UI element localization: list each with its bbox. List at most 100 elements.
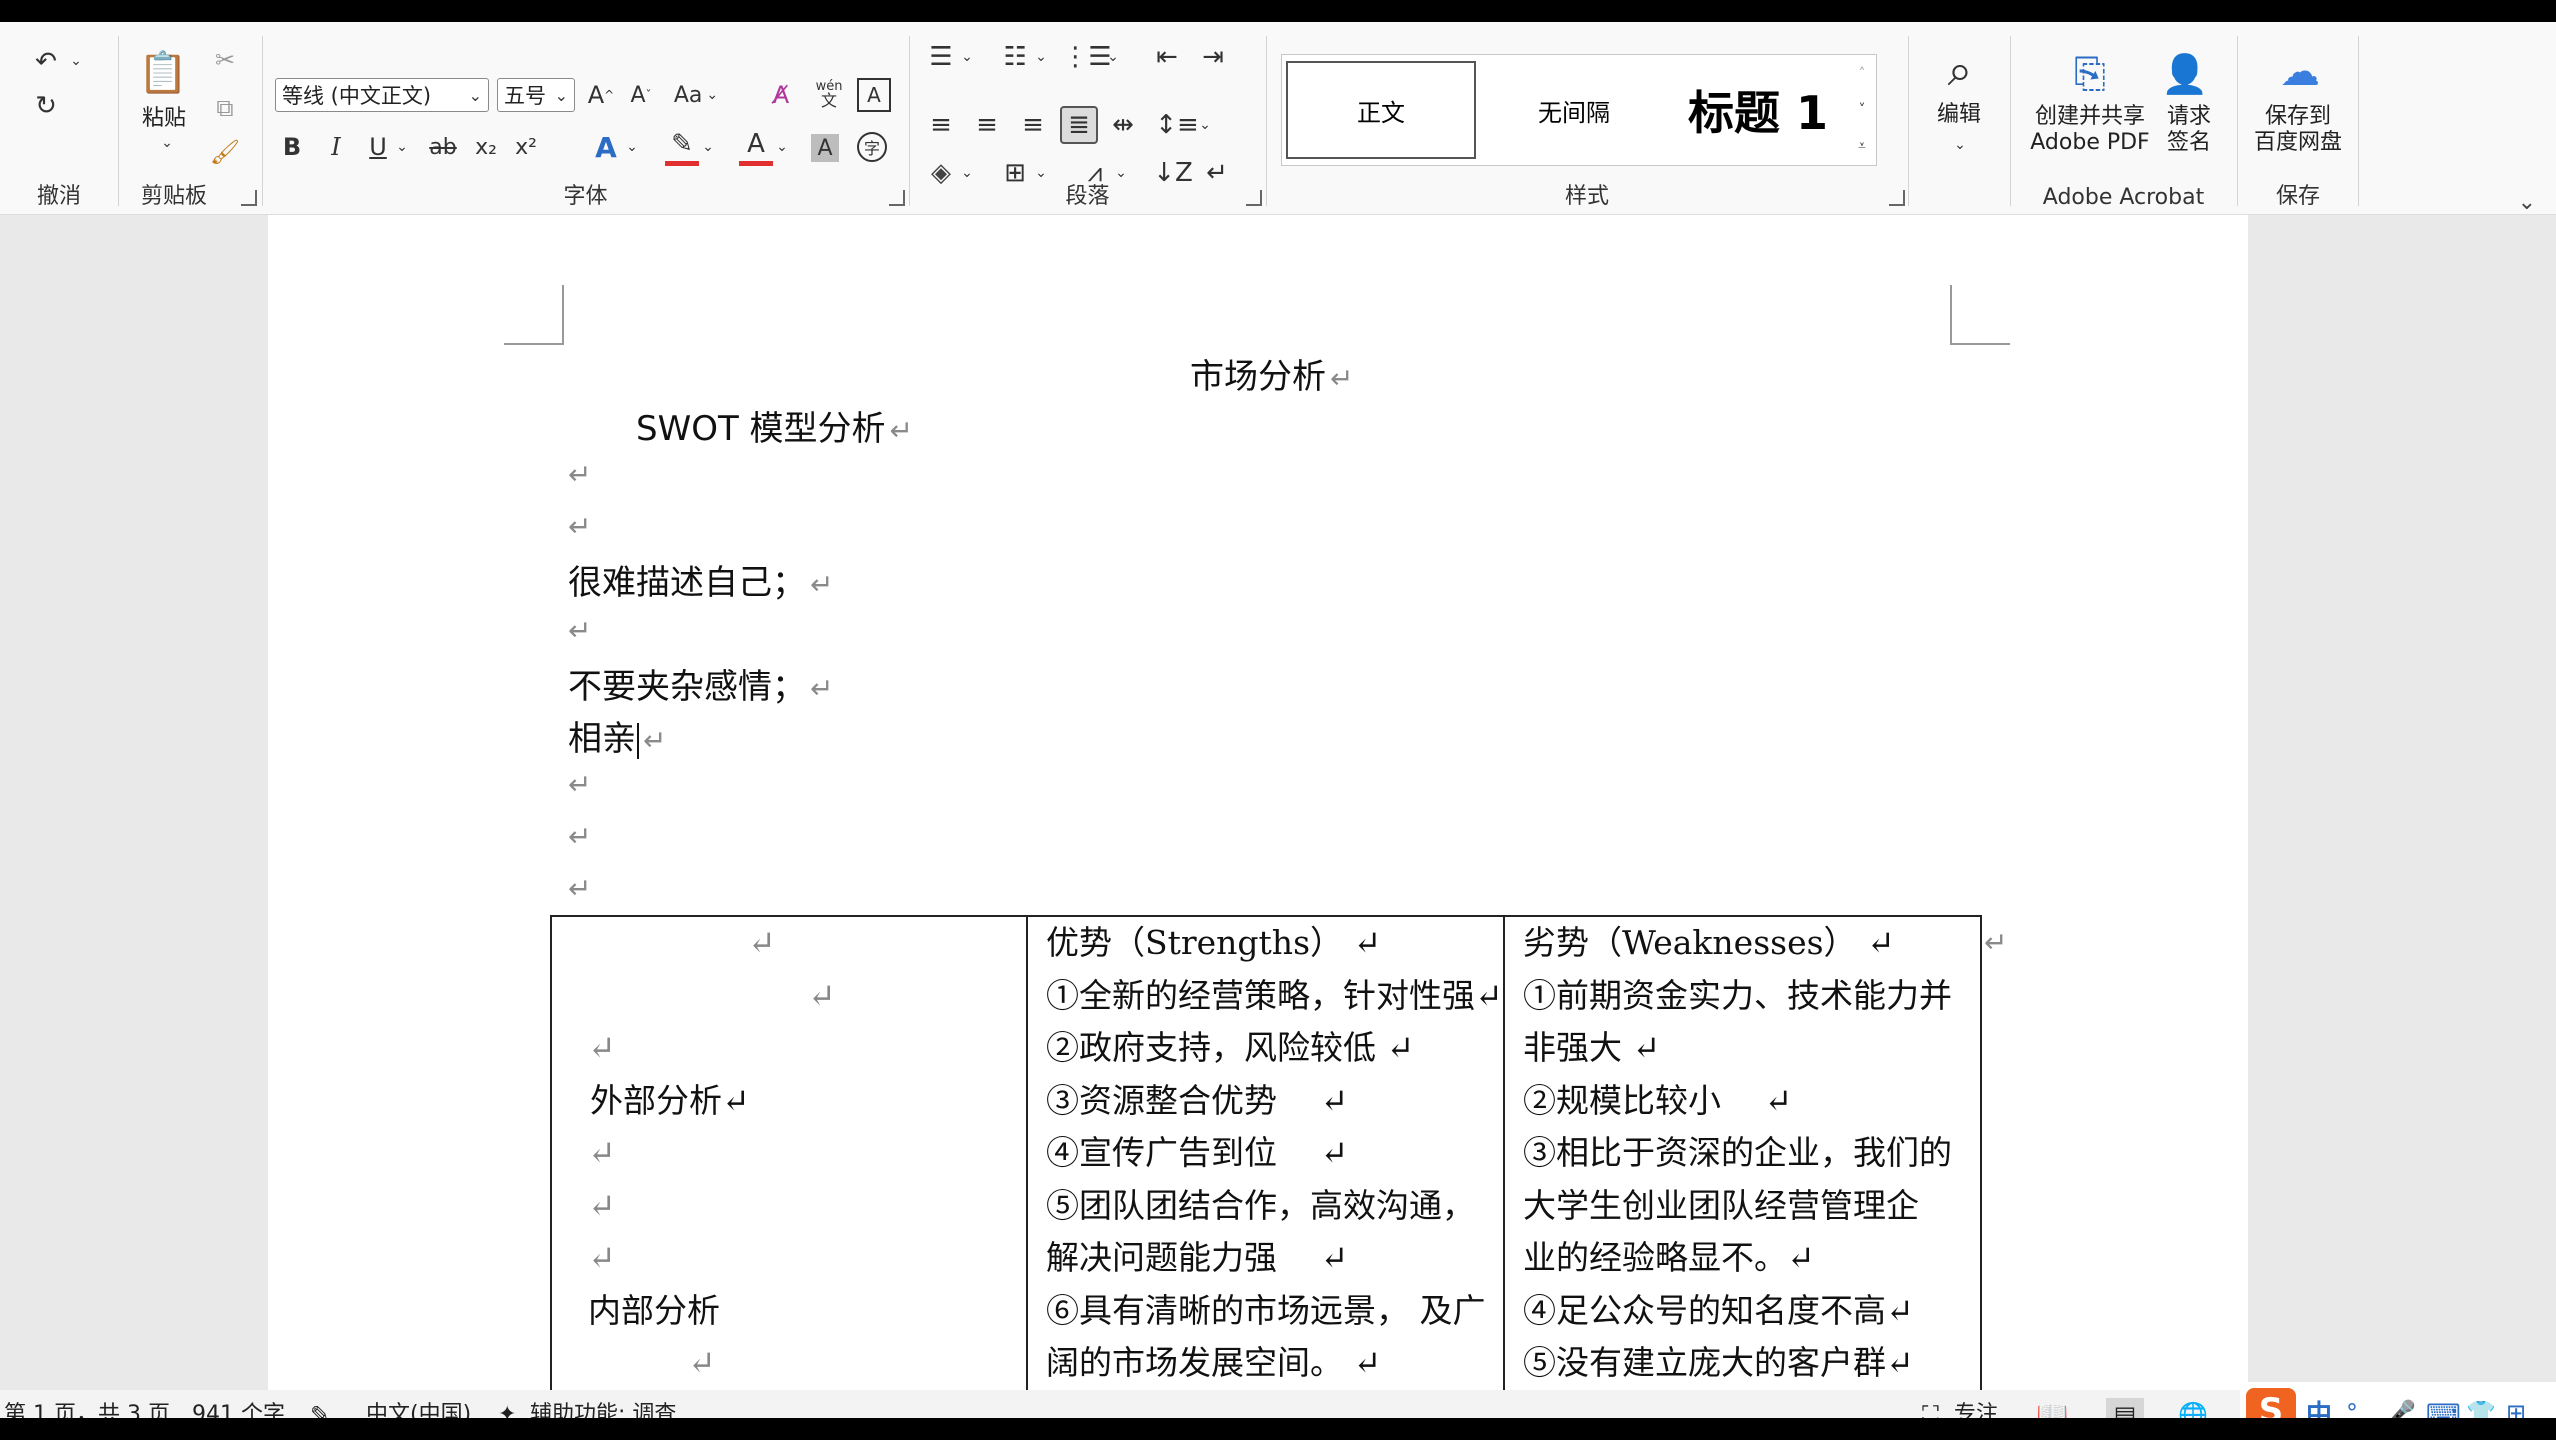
align-left-icon[interactable]: ≡ — [924, 108, 958, 142]
align-right-icon[interactable]: ≡ — [1016, 108, 1050, 142]
text-effects-button[interactable]: A — [589, 130, 623, 164]
table-cell-analysis[interactable]: ↵ ↵ ↵ 外部分析↵ ↵ ↵ ↵ 内部分析 ↵ — [550, 915, 1028, 1392]
text-effects-dropdown-icon[interactable]: ⌄ — [623, 130, 641, 164]
style-no-spacing[interactable]: 无间隔 — [1480, 61, 1668, 159]
numbering-icon[interactable]: ☷ — [998, 40, 1032, 74]
table-line: ↵ — [748, 923, 776, 962]
table-line: 业的经验略显不。↵ — [1523, 1238, 1815, 1277]
request-sign-icon[interactable]: 👤 — [2155, 44, 2215, 104]
table-line: ①全新的经营策略，针对性强↵ — [1046, 975, 1503, 1015]
paragraph-launcher-icon[interactable] — [1246, 190, 1262, 206]
ime-mode[interactable]: 中 — [2306, 1390, 2332, 1418]
document-page[interactable]: 市场分析 ↵ SWOT 模型分析 ↵ ↵ ↵ 很难描述自己； ↵ ↵ 不要夹杂感情； ↵… — [268, 215, 2248, 1392]
read-mode-icon[interactable]: 📖 — [2036, 1390, 2068, 1418]
styles-more-icon[interactable]: ⩡ — [1850, 131, 1874, 161]
font-color-button[interactable]: A — [739, 126, 773, 166]
highlight-dropdown-icon[interactable]: ⌄ — [699, 130, 717, 164]
word-count[interactable]: 941 个字 — [192, 1390, 285, 1418]
enclose-char-button[interactable]: 字 — [857, 132, 887, 162]
strikethrough-button[interactable]: ab — [423, 130, 463, 164]
paste-dropdown-icon[interactable]: ⌄ — [147, 132, 187, 154]
clipboard-launcher-icon[interactable] — [241, 190, 257, 206]
accessibility-icon[interactable]: ✦ — [498, 1390, 516, 1418]
font-size-combo[interactable]: 五号 ⌄ — [497, 78, 575, 112]
line-spacing-dropdown-icon[interactable]: ⌄ — [1196, 108, 1214, 142]
superscript-button[interactable]: x² — [509, 130, 543, 164]
grow-font-icon[interactable]: A ^ — [583, 78, 619, 112]
punctuation-icon[interactable]: °, — [2346, 1388, 2366, 1418]
undo-icon[interactable]: ↶ — [26, 42, 66, 82]
bold-button[interactable]: B — [277, 130, 307, 164]
decrease-indent-icon[interactable]: ⇤ — [1150, 40, 1184, 74]
char-shading-button[interactable]: A — [811, 134, 839, 162]
align-center-icon[interactable]: ≡ — [970, 108, 1004, 142]
distributed-icon[interactable]: ⇹ — [1106, 108, 1140, 142]
find-icon[interactable]: ⌕ — [1933, 40, 1987, 100]
microphone-icon[interactable]: 🎤 — [2386, 1388, 2416, 1418]
format-painter-icon[interactable]: 🖌 — [207, 134, 243, 170]
multilevel-list-icon[interactable]: ⋮☰ — [1062, 40, 1111, 74]
underline-dropdown-icon[interactable]: ⌄ — [393, 130, 411, 164]
clear-format-icon[interactable]: A̸ — [763, 78, 799, 112]
baidu-cloud-icon[interactable]: ☁ — [2272, 44, 2328, 100]
collapse-ribbon-icon[interactable]: ⌄ — [2518, 190, 2536, 215]
editing-dropdown-icon[interactable]: ⌄ — [1945, 134, 1975, 156]
swot-table[interactable]: ↵ ↵ ↵ 外部分析↵ ↵ ↵ ↵ 内部分析 ↵ 优势（Strengths） ↵… — [550, 915, 1982, 1392]
focus-label[interactable]: 专注 — [1954, 1390, 1998, 1418]
proofing-icon[interactable]: ✎ — [310, 1390, 330, 1418]
char-border-icon[interactable]: A — [857, 78, 891, 112]
styles-group-label: 样式 — [1564, 184, 1609, 209]
bullets-icon[interactable]: ☰ — [924, 40, 958, 74]
print-layout-icon[interactable]: ▤ — [2106, 1398, 2144, 1418]
cut-icon[interactable]: ✂ — [207, 42, 243, 78]
table-line: ①前期资金实力、技术能力并 — [1523, 975, 1952, 1015]
highlight-pen-icon[interactable]: ✎ — [665, 126, 699, 166]
page-count[interactable]: 第 1 页，共 3 页 — [4, 1390, 170, 1418]
paste-button[interactable]: 粘贴 — [129, 106, 199, 132]
style-normal[interactable]: 正文 — [1286, 61, 1476, 159]
styles-scroll-down-icon[interactable]: ˅ — [1850, 95, 1874, 125]
accessibility-status[interactable]: 辅助功能: 调查 — [530, 1390, 676, 1418]
increase-indent-icon[interactable]: ⇥ — [1196, 40, 1230, 74]
undo-dropdown-icon[interactable]: ⌄ — [66, 46, 86, 76]
table-cell-weaknesses[interactable]: 劣势（Weaknesses） ↵ ①前期资金实力、技术能力并 非强大 ↵ ②规模… — [1503, 915, 1982, 1392]
table-cell-strengths[interactable]: 优势（Strengths） ↵ ①全新的经营策略，针对性强↵ ②政府支持，风险较… — [1026, 915, 1505, 1392]
font-group: 等线 (中文正文) ⌄ 五号 ⌄ A ^ Aˇ Aa ⌄ A̸ wén 文 A B I U… — [263, 22, 908, 214]
justify-icon[interactable]: ≣ — [1060, 106, 1098, 144]
font-name-combo[interactable]: 等线 (中文正文) ⌄ — [275, 78, 489, 112]
save-baidu-button[interactable]: 保存到 百度网盘 — [2242, 104, 2354, 156]
skin-icon[interactable]: 👕 — [2466, 1388, 2496, 1418]
change-case-button[interactable]: Aa ⌄ — [667, 78, 725, 112]
focus-icon[interactable]: ⛶ — [1922, 1390, 1939, 1418]
styles-launcher-icon[interactable] — [1889, 190, 1905, 206]
doc-line2: 不要夹杂感情； ↵ — [568, 659, 833, 708]
multilevel-dropdown-icon[interactable]: ⌄ — [1104, 40, 1122, 74]
web-layout-icon[interactable]: 🌐 — [2178, 1390, 2208, 1418]
acrobat-group-label: Adobe Acrobat — [2042, 185, 2205, 210]
font-launcher-icon[interactable] — [889, 190, 905, 206]
editing-button[interactable]: 编辑 — [1919, 102, 1999, 128]
toolbox-icon[interactable]: ⊞ — [2506, 1388, 2526, 1418]
underline-button[interactable]: U — [363, 130, 393, 164]
phonetic-guide-icon[interactable]: wén 文 — [809, 74, 849, 114]
request-sign-button[interactable]: 请求 签名 — [2157, 104, 2221, 156]
paste-icon[interactable]: 📋 — [137, 42, 189, 102]
create-pdf-button[interactable]: 创建并共享 Adobe PDF — [2015, 104, 2165, 156]
line-spacing-icon[interactable]: ↕≡ — [1155, 108, 1199, 142]
language-indicator[interactable]: 中文(中国) — [366, 1390, 471, 1418]
redo-icon[interactable]: ↻ — [26, 86, 66, 126]
subscript-button[interactable]: x₂ — [469, 130, 503, 164]
shrink-font-icon[interactable]: Aˇ — [623, 78, 659, 112]
copy-icon[interactable]: ⧉ — [207, 90, 243, 126]
request-sign-line1: 请求 — [2166, 104, 2211, 129]
styles-scroll-up-icon[interactable]: ˄ — [1850, 59, 1874, 89]
create-pdf-icon[interactable]: ⎘ — [2065, 44, 2115, 104]
numbering-dropdown-icon[interactable]: ⌄ — [1032, 40, 1050, 74]
keyboard-icon[interactable]: ⌨ — [2426, 1388, 2461, 1418]
editing-group: ⌕ 编辑 ⌄ — [1909, 22, 2009, 214]
sogou-logo-icon[interactable]: S — [2246, 1388, 2296, 1418]
bullets-dropdown-icon[interactable]: ⌄ — [958, 40, 976, 74]
italic-button[interactable]: I — [321, 130, 351, 164]
style-heading1[interactable]: 标题 1 — [1672, 61, 1844, 159]
font-color-dropdown-icon[interactable]: ⌄ — [773, 130, 791, 164]
